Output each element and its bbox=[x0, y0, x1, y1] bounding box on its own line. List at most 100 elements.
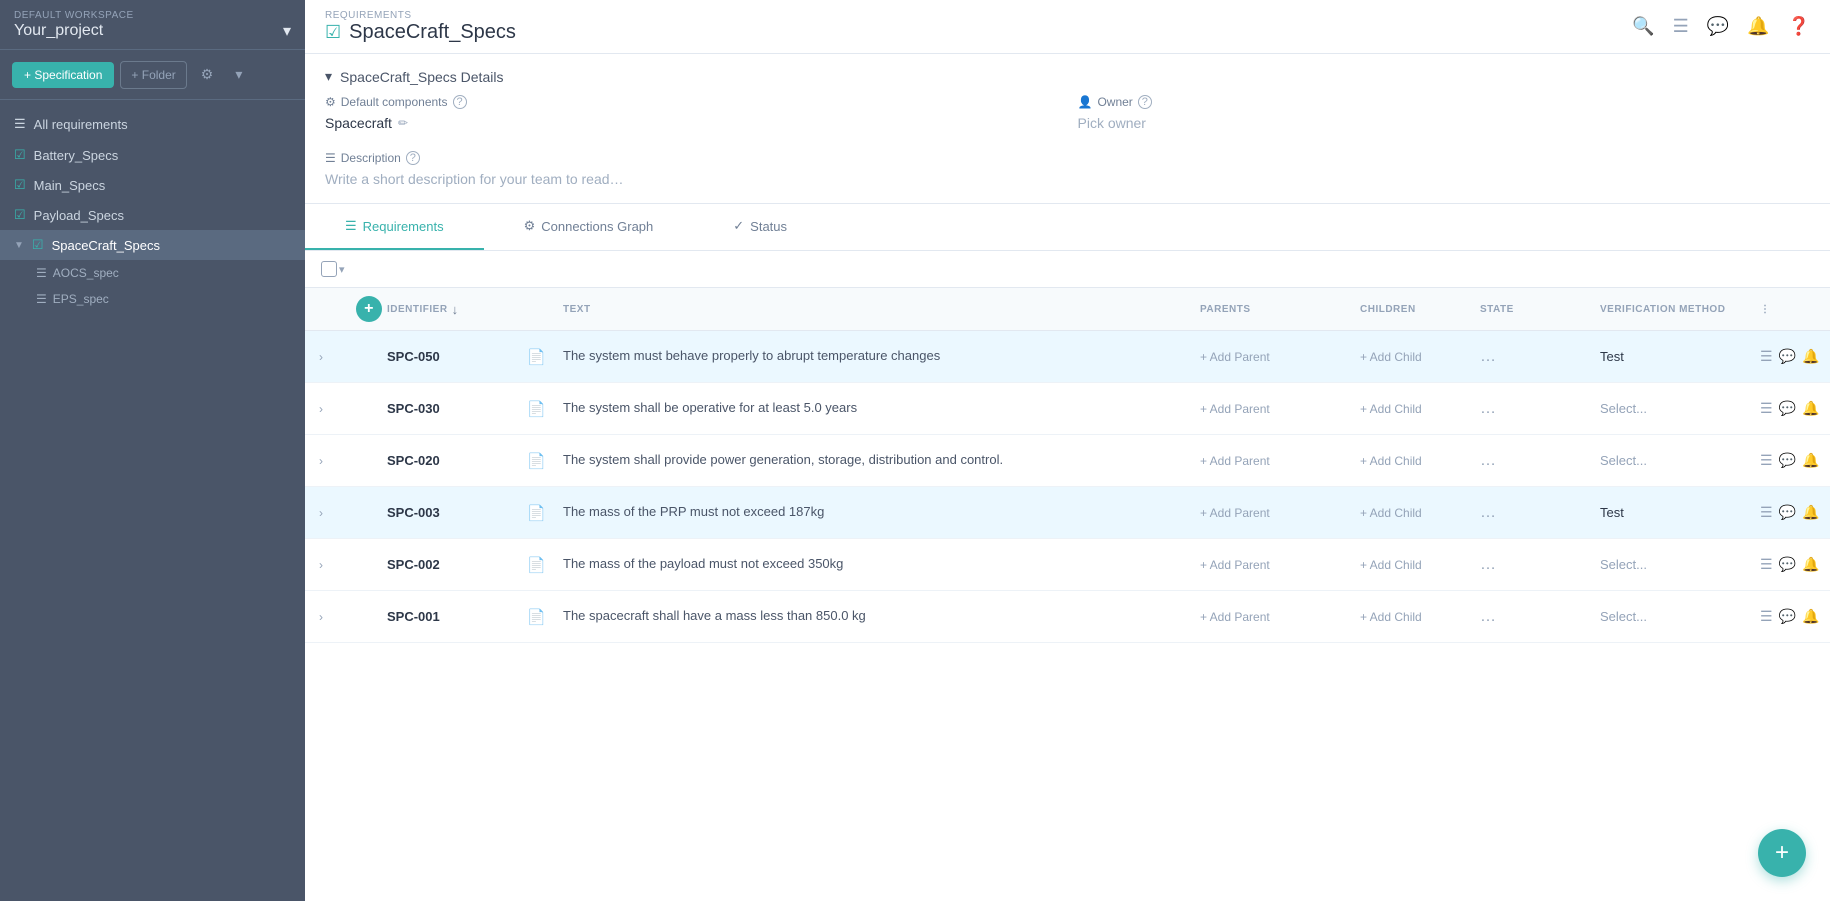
chevron-down-icon[interactable]: ▾ bbox=[339, 263, 345, 276]
bell-icon[interactable]: 🔔 bbox=[1802, 400, 1819, 417]
tab-requirements[interactable]: ☰ Requirements bbox=[305, 204, 484, 250]
verification-method[interactable]: Test bbox=[1600, 349, 1760, 364]
chevron-down-icon: ▾ bbox=[325, 68, 332, 85]
chat-icon[interactable]: 💬 bbox=[1779, 556, 1796, 573]
verification-method[interactable]: Select... bbox=[1600, 453, 1760, 468]
row-doc-icon: 📄 bbox=[527, 557, 546, 574]
bell-icon[interactable]: 🔔 bbox=[1802, 452, 1819, 469]
expand-row-button[interactable]: › bbox=[315, 554, 351, 576]
more-options-button[interactable]: ⋮ bbox=[1825, 452, 1830, 469]
help-icon[interactable]: ❓ bbox=[1788, 16, 1810, 37]
default-components-field: ⚙ Default components ? Spacecraft ✏ bbox=[325, 95, 1058, 131]
comment-icon[interactable]: ☰ bbox=[1760, 400, 1773, 417]
add-child-button[interactable]: + Add Child bbox=[1360, 350, 1480, 364]
select-all-checkbox[interactable]: ▾ bbox=[321, 261, 345, 277]
row-state[interactable]: … bbox=[1480, 556, 1600, 574]
chat-icon[interactable]: 💬 bbox=[1779, 400, 1796, 417]
more-options-button[interactable]: ⋮ bbox=[1825, 348, 1830, 365]
bell-icon[interactable]: 🔔 bbox=[1802, 608, 1819, 625]
chat-icon[interactable]: 💬 bbox=[1779, 608, 1796, 625]
sort-icon[interactable]: ↓ bbox=[452, 302, 459, 317]
help-icon[interactable]: ? bbox=[406, 151, 420, 165]
add-specification-button[interactable]: + Specification bbox=[12, 62, 114, 88]
add-child-button[interactable]: + Add Child bbox=[1360, 610, 1480, 624]
row-state[interactable]: … bbox=[1480, 452, 1600, 470]
comment-icon[interactable]: ☰ bbox=[1760, 556, 1773, 573]
details-header[interactable]: ▾ SpaceCraft_Specs Details bbox=[305, 54, 1830, 95]
expand-row-button[interactable]: › bbox=[315, 450, 351, 472]
add-folder-button[interactable]: + Folder bbox=[120, 61, 186, 89]
row-state[interactable]: … bbox=[1480, 400, 1600, 418]
help-icon[interactable]: ? bbox=[1138, 95, 1152, 109]
add-icon[interactable]: + bbox=[356, 296, 382, 322]
sidebar-item-aocs-spec[interactable]: ☰ AOCS_spec bbox=[0, 260, 305, 286]
more-options-button[interactable]: ⋮ bbox=[1825, 556, 1830, 573]
fab-button[interactable]: + bbox=[1758, 829, 1806, 877]
add-row-button[interactable]: + bbox=[351, 296, 387, 322]
more-options-button[interactable]: ⋮ bbox=[1825, 504, 1830, 521]
row-state[interactable]: … bbox=[1480, 348, 1600, 366]
sidebar-item-eps-spec[interactable]: ☰ EPS_spec bbox=[0, 286, 305, 312]
expand-row-button[interactable]: › bbox=[315, 346, 351, 368]
add-child-button[interactable]: + Add Child bbox=[1360, 454, 1480, 468]
row-identifier: SPC-020 bbox=[387, 453, 527, 468]
add-child-button[interactable]: + Add Child bbox=[1360, 402, 1480, 416]
chat-icon[interactable]: 💬 bbox=[1779, 348, 1796, 365]
tasks-icon[interactable]: ☰ bbox=[1673, 16, 1689, 37]
row-doc-icon: 📄 bbox=[527, 609, 546, 626]
workspace-name[interactable]: Your_project ▾ bbox=[14, 21, 291, 41]
bell-icon[interactable]: 🔔 bbox=[1802, 504, 1819, 521]
description-input[interactable]: Write a short description for your team … bbox=[325, 171, 1810, 187]
bell-icon[interactable]: 🔔 bbox=[1802, 556, 1819, 573]
add-child-button[interactable]: + Add Child bbox=[1360, 506, 1480, 520]
checkbox[interactable] bbox=[321, 261, 337, 277]
description-icon: ☰ bbox=[325, 151, 336, 165]
help-icon[interactable]: ? bbox=[453, 95, 467, 109]
add-parent-button[interactable]: + Add Parent bbox=[1200, 454, 1360, 468]
notifications-icon[interactable]: 🔔 bbox=[1747, 16, 1769, 37]
add-parent-button[interactable]: + Add Parent bbox=[1200, 350, 1360, 364]
bell-icon[interactable]: 🔔 bbox=[1802, 348, 1819, 365]
search-icon[interactable]: 🔍 bbox=[1632, 16, 1654, 37]
sidebar-item-payload-specs[interactable]: ☑ Payload_Specs bbox=[0, 200, 305, 230]
sidebar-item-main-specs[interactable]: ☑ Main_Specs bbox=[0, 170, 305, 200]
add-parent-button[interactable]: + Add Parent bbox=[1200, 402, 1360, 416]
comment-icon[interactable]: ☰ bbox=[1760, 452, 1773, 469]
chat-icon[interactable]: 💬 bbox=[1707, 16, 1729, 37]
edit-icon[interactable]: ✏ bbox=[398, 116, 408, 130]
row-identifier: SPC-001 bbox=[387, 609, 527, 624]
expand-row-button[interactable]: › bbox=[315, 606, 351, 628]
add-parent-button[interactable]: + Add Parent bbox=[1200, 558, 1360, 572]
parents-header: PARENTS bbox=[1200, 304, 1360, 315]
chat-icon[interactable]: 💬 bbox=[1779, 452, 1796, 469]
add-parent-button[interactable]: + Add Parent bbox=[1200, 506, 1360, 520]
more-options-button[interactable]: ⋮ bbox=[1825, 400, 1830, 417]
sidebar-item-battery-specs[interactable]: ☑ Battery_Specs bbox=[0, 140, 305, 170]
verification-method[interactable]: Test bbox=[1600, 505, 1760, 520]
row-state[interactable]: … bbox=[1480, 608, 1600, 626]
tab-connections-graph[interactable]: ⚙ Connections Graph bbox=[484, 204, 694, 250]
add-child-button[interactable]: + Add Child bbox=[1360, 558, 1480, 572]
owner-value[interactable]: Pick owner bbox=[1078, 115, 1811, 131]
chat-icon[interactable]: 💬 bbox=[1779, 504, 1796, 521]
verification-method[interactable]: Select... bbox=[1600, 401, 1760, 416]
more-options-icon[interactable]: ⋮ bbox=[1760, 304, 1771, 315]
sidebar-nav: ☰ All requirements ☑ Battery_Specs ☑ Mai… bbox=[0, 100, 305, 901]
verification-method[interactable]: Select... bbox=[1600, 609, 1760, 624]
table-row: › SPC-030 📄 The system shall be operativ… bbox=[305, 383, 1830, 435]
comment-icon[interactable]: ☰ bbox=[1760, 504, 1773, 521]
table-row: › SPC-020 📄 The system shall provide pow… bbox=[305, 435, 1830, 487]
sidebar-item-all-requirements[interactable]: ☰ All requirements bbox=[0, 108, 305, 140]
comment-icon[interactable]: ☰ bbox=[1760, 348, 1773, 365]
verification-method[interactable]: Select... bbox=[1600, 557, 1760, 572]
sidebar-item-spacecraft-specs[interactable]: ▼ ☑ SpaceCraft_Specs bbox=[0, 230, 305, 260]
collapse-button[interactable]: ▾ bbox=[227, 60, 250, 89]
add-parent-button[interactable]: + Add Parent bbox=[1200, 610, 1360, 624]
filter-button[interactable]: ⚙ bbox=[193, 60, 222, 89]
comment-icon[interactable]: ☰ bbox=[1760, 608, 1773, 625]
tab-status[interactable]: ✓ Status bbox=[693, 204, 827, 250]
more-options-button[interactable]: ⋮ bbox=[1825, 608, 1830, 625]
expand-row-button[interactable]: › bbox=[315, 398, 351, 420]
row-state[interactable]: … bbox=[1480, 504, 1600, 522]
expand-row-button[interactable]: › bbox=[315, 502, 351, 524]
